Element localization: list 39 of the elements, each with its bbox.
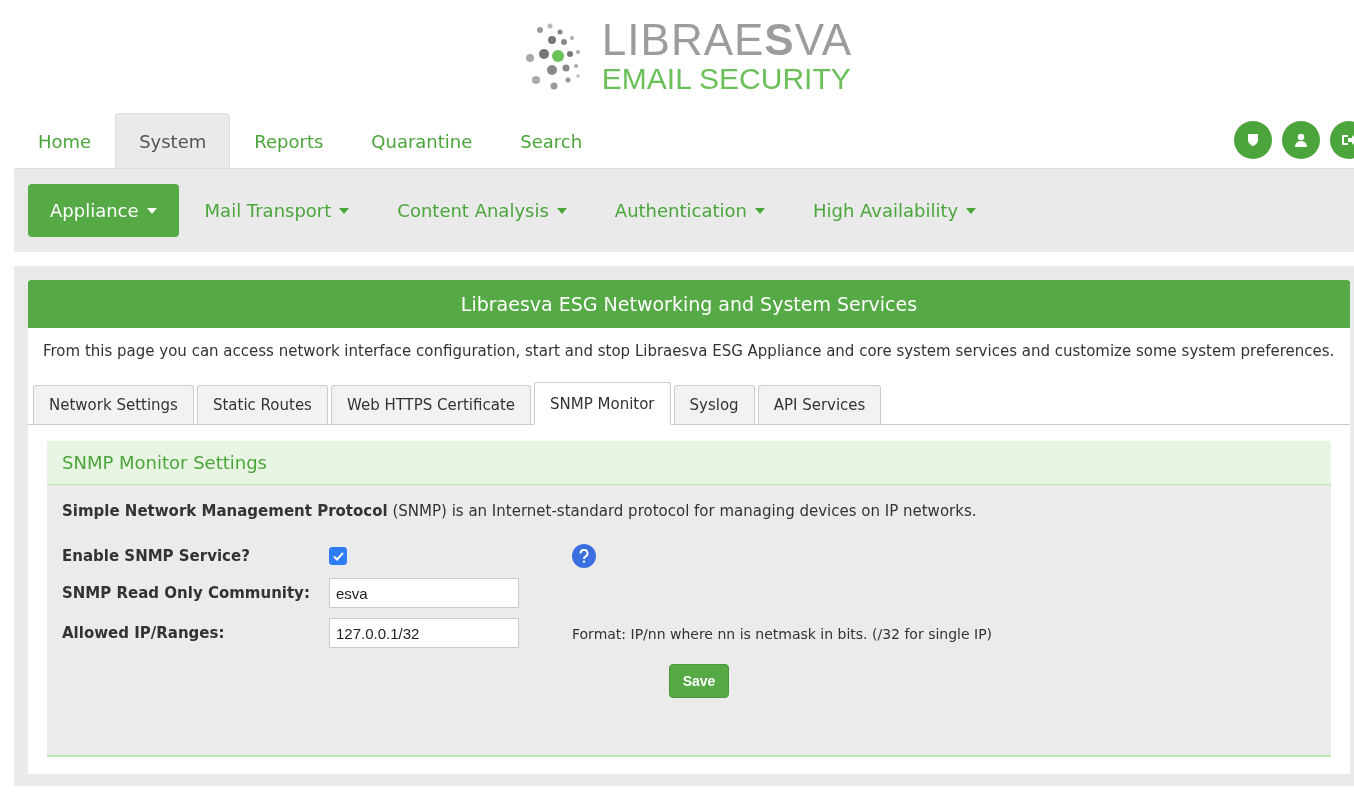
tab[interactable]: Syslog [673,385,755,424]
tab[interactable]: API Services [757,385,882,424]
help-icon[interactable] [572,544,596,568]
user-icon[interactable] [1282,121,1320,159]
tab[interactable]: SNMP Monitor [534,382,671,425]
tab[interactable]: Network Settings [33,385,194,424]
field-label: SNMP Read Only Community: [62,584,311,602]
format-hint: Format: IP/nn where nn is netmask in bits. (/32 for single IP) [572,625,993,642]
menu-dropdown[interactable]: Content Analysis [375,184,589,237]
caret-icon [556,207,567,214]
caret-icon [754,207,765,214]
nav-tab[interactable]: Reports [230,113,348,168]
tab[interactable]: Web HTTPS Certificate [330,385,531,424]
logo-tagline: EMAIL SECURITY [601,64,852,94]
menu-dropdown[interactable]: Mail Transport [182,184,372,237]
nav-tab[interactable]: System [115,113,231,168]
field-label: Allowed IP/Ranges: [62,624,226,642]
panel-title: Libraesva ESG Networking and System Services [28,280,1350,328]
checkbox[interactable] [329,547,347,565]
menu-dropdown[interactable]: High Availability [790,184,999,237]
caret-icon [339,207,350,214]
save-button[interactable]: Save [668,664,730,698]
shield-icon[interactable] [1234,121,1272,159]
nav-tab[interactable]: Quarantine [347,113,497,168]
field-label: Enable SNMP Service? [62,547,251,565]
checkmark-icon [332,551,344,561]
nav-tab[interactable]: Home [14,113,116,168]
tab[interactable]: Static Routes [196,385,328,424]
caret-icon [966,207,977,214]
caret-icon [146,207,157,214]
section-intro: Simple Network Management Protocol (SNMP) is an Internet-standard protocol for managing devices on IP networks. [61,501,978,520]
panel-description: From this page you can access network interface configuration, start and stop Libraesva ESG Appliance and core system services and customize some system preferences. [42,341,1336,360]
menu-dropdown[interactable]: Appliance [28,184,179,237]
logo-wordmark: LIBRAESVA [601,18,853,62]
menu-dropdown[interactable]: Authentication [592,184,787,237]
nav-tab[interactable]: Search [496,113,607,168]
input-field[interactable]: 127.0.0.1/32 [329,618,519,648]
section-title: SNMP Monitor Settings [47,441,1331,485]
input-field[interactable]: esva [329,578,519,608]
